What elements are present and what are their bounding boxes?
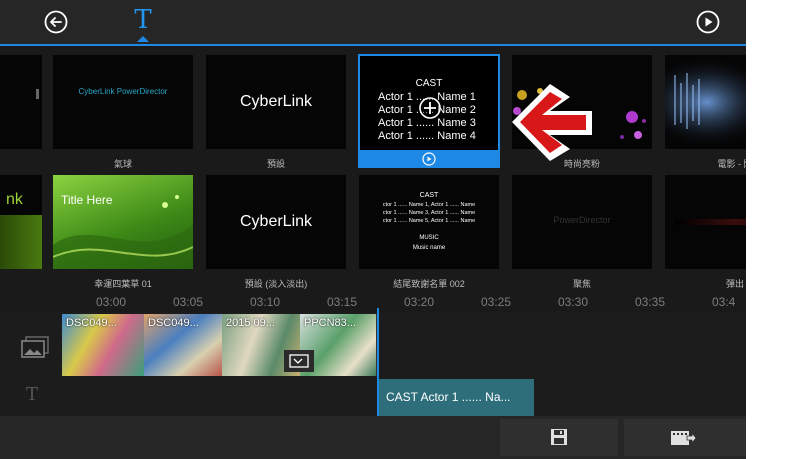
template-preview-text: CyberLink (239, 213, 313, 230)
template-label: 預設 (淡入淡出) (244, 279, 308, 289)
back-circle-icon[interactable] (44, 10, 68, 34)
ruler-tick: 03:20 (404, 295, 435, 309)
template-label: 幸運四葉草 01 (94, 279, 152, 289)
clip-name: 2015 09... (226, 317, 275, 329)
template-preview-swirl (53, 195, 193, 269)
add-plus-icon[interactable] (418, 96, 442, 120)
template-tile-default-fade[interactable]: CyberLink (206, 175, 346, 269)
template-label: 結尾致謝名單 002 (393, 279, 465, 289)
active-tab-indicator (137, 36, 149, 42)
save-icon (551, 429, 567, 445)
template-label: 聚焦 (572, 279, 591, 289)
ruler-tick: 03:4 (712, 295, 736, 309)
credits-heading: CAST (419, 192, 439, 199)
annotation-arrow-icon (512, 84, 592, 161)
template-tile-focus[interactable]: PowerDirector (512, 175, 652, 269)
video-clip[interactable]: DSC049... (62, 314, 145, 376)
title-tab[interactable]: T (131, 4, 155, 42)
track-header-column: T (0, 312, 60, 416)
ruler-tick: 03:05 (173, 295, 204, 309)
clip-name: PPCN83... (304, 317, 356, 329)
template-preview-text: CyberLink (239, 93, 313, 110)
cast-line: Actor 1 ...... Name 4 (378, 130, 476, 142)
top-toolbar: T (0, 0, 746, 46)
ruler-tick: 03:30 (558, 295, 589, 309)
credits-music-heading: MUSIC (419, 235, 439, 241)
template-tile-edge2[interactable]: nk (0, 175, 42, 269)
template-tile-credits[interactable]: CAST ctor 1 ...... Name 1, Actor 1 .....… (359, 175, 499, 269)
video-clip[interactable]: DSC049... (144, 314, 223, 376)
credits-line: ctor 1 ...... Name 3, Actor 1 ...... Nam… (382, 210, 476, 216)
template-tile-edge[interactable] (0, 55, 42, 149)
template-preview-text: CyberLink PowerDirector (78, 87, 168, 96)
template-tile-cast-selected[interactable]: CAST Actor 1 ...... Name 1 Actor 1 .....… (358, 54, 500, 168)
app-window: T CyberLink PowerDirector 氣球 CyberLink 預… (0, 0, 746, 459)
transition-icon[interactable] (284, 350, 314, 372)
clip-name: DSC049... (66, 317, 117, 329)
template-preview-bg (0, 215, 42, 269)
template-preview-text: Title Here (61, 193, 113, 207)
ruler-tick: 03:25 (481, 295, 512, 309)
credits-line: ctor 1 ...... Name 1, Actor 1 ...... Nam… (382, 202, 476, 208)
image-track-icon (21, 336, 49, 358)
preview-bar[interactable] (360, 150, 498, 166)
ruler-tick: 03:10 (250, 295, 281, 309)
template-preview-edge (36, 89, 39, 99)
ruler-tick: 03:35 (635, 295, 666, 309)
title-track-icon: T (26, 384, 39, 405)
playhead[interactable] (377, 308, 379, 416)
ruler-tick: 03:00 (96, 295, 127, 309)
template-label: 預設 (266, 159, 285, 169)
template-preview-text: PowerDirector (553, 215, 611, 225)
produce-button[interactable] (624, 419, 746, 456)
title-template-grid: CyberLink PowerDirector 氣球 CyberLink 預設 … (0, 46, 746, 294)
template-tile-default[interactable]: CyberLink (206, 55, 346, 149)
preview-play-icon[interactable] (422, 152, 436, 166)
template-tile-lucky[interactable]: Title Here (53, 175, 193, 269)
cast-heading: CAST (415, 78, 443, 89)
template-preview-glow (675, 219, 746, 225)
template-label: 電影 - 閃 (717, 159, 747, 169)
clip-name: DSC049... (148, 317, 199, 329)
template-label: 彈出 (725, 279, 744, 289)
title-tab-label: T (134, 5, 152, 35)
credits-line: ctor 1 ...... Name 5, Actor 1 ...... Nam… (382, 218, 476, 224)
template-tile-balloon[interactable]: CyberLink PowerDirector (53, 55, 193, 149)
bottom-toolbar (0, 416, 746, 459)
template-label: 氣球 (113, 159, 132, 169)
template-tile-popout[interactable] (665, 175, 746, 269)
template-preview-movie (665, 55, 746, 149)
produce-video-icon (671, 431, 696, 445)
template-preview-text: nk (6, 191, 23, 208)
ruler-tick: 03:15 (327, 295, 358, 309)
credits-lines: ctor 1 ...... Name 1, Actor 1 ...... Nam… (359, 201, 499, 225)
play-circle-icon[interactable] (696, 10, 720, 34)
timeline-ruler[interactable]: 03:00 03:05 03:10 03:15 03:20 03:25 03:3… (0, 294, 746, 314)
credits-music-line: Music name (412, 245, 446, 251)
template-tile-movie[interactable] (665, 55, 746, 149)
title-clip[interactable]: CAST Actor 1 ...... Na... (379, 379, 534, 416)
save-button[interactable] (500, 419, 618, 456)
